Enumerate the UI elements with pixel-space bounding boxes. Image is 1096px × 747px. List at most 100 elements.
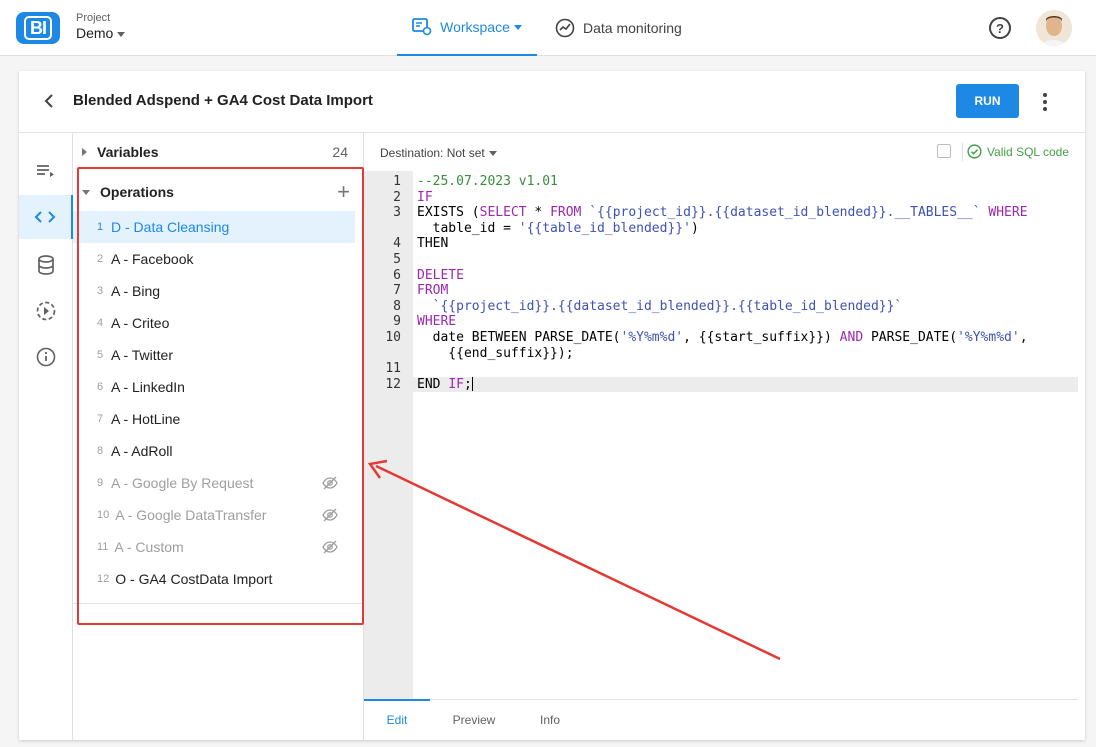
tab-data-monitoring[interactable]: Data monitoring — [555, 0, 682, 56]
operation-item[interactable]: 10 A - Google DataTransfer — [73, 499, 364, 531]
operations-section-header[interactable]: Operations + — [73, 173, 364, 211]
rail-database-icon[interactable] — [19, 243, 73, 287]
code-line: 10 date BETWEEN PARSE_DATE('%Y%m%d', {{s… — [364, 330, 1078, 346]
tab-info[interactable]: Info — [518, 700, 582, 740]
avatar[interactable] — [1036, 10, 1072, 46]
more-vert-icon[interactable] — [1035, 91, 1055, 113]
app-logo[interactable]: BI — [16, 12, 60, 44]
tab-workspace[interactable]: Workspace — [397, 0, 537, 56]
line-content: FROM — [417, 283, 449, 299]
operation-item[interactable]: 5 A - Twitter — [73, 339, 364, 371]
valid-sql-status: Valid SQL code — [967, 144, 1069, 159]
operation-number: 6 — [97, 381, 104, 393]
back-icon[interactable] — [39, 91, 59, 111]
operation-item[interactable]: 1 D - Data Cleansing — [73, 211, 355, 243]
destination-label: Destination: Not set — [380, 146, 485, 160]
line-number — [364, 346, 401, 362]
destination-selector[interactable]: Destination: Not set — [380, 146, 497, 160]
sql-editor: Destination: Not set Valid SQL code 1 --2… — [364, 133, 1085, 740]
line-content — [401, 252, 417, 268]
line-number: 1 — [393, 174, 401, 189]
line-content: table_id = '{{table_id_blended}}') — [417, 220, 699, 236]
operation-number: 2 — [97, 253, 104, 265]
operation-item[interactable]: 6 A - LinkedIn — [73, 371, 364, 403]
rail-queue-icon[interactable] — [19, 149, 73, 193]
operation-number: 3 — [97, 285, 104, 297]
operation-item[interactable]: 12 O - GA4 CostData Import — [73, 563, 364, 595]
code-line: 8 `{{project_id}}.{{dataset_id_blended}}… — [364, 299, 1078, 315]
code-line: 11 — [364, 361, 1078, 377]
project-selector[interactable]: Project Demo — [76, 12, 126, 41]
operation-label: A - HotLine — [111, 411, 181, 427]
hidden-eye-icon[interactable] — [322, 507, 338, 523]
code-line: 7 FROM — [364, 283, 1078, 299]
code-line: 12 END IF; — [364, 376, 1078, 393]
variables-section-header[interactable]: Variables 24 — [73, 133, 364, 171]
operations-title: Operations — [100, 184, 174, 200]
operation-label: A - Criteo — [111, 315, 170, 331]
help-icon[interactable]: ? — [989, 17, 1011, 39]
page-title: Blended Adspend + GA4 Cost Data Import — [73, 92, 373, 109]
line-number — [364, 221, 401, 237]
divider — [962, 143, 963, 161]
line-number: 3 — [393, 205, 401, 221]
code-line: 2 IF — [364, 190, 1078, 206]
operation-item[interactable]: 9 A - Google By Request — [73, 467, 364, 499]
operation-number: 5 — [97, 349, 104, 361]
operation-item[interactable]: 8 A - AdRoll — [73, 435, 364, 467]
code-line: 9 WHERE — [364, 314, 1078, 330]
code-line: 5 — [364, 252, 1078, 268]
tab-workspace-label: Workspace — [440, 19, 510, 35]
tab-edit[interactable]: Edit — [364, 699, 430, 739]
rail-code-icon[interactable] — [19, 195, 73, 239]
operation-label: D - Data Cleansing — [111, 219, 230, 235]
operation-item[interactable]: 2 A - Facebook — [73, 243, 364, 275]
operation-label: A - AdRoll — [111, 443, 173, 459]
operation-number: 12 — [97, 573, 110, 585]
operation-label: O - GA4 CostData Import — [115, 571, 273, 587]
variables-title: Variables — [97, 144, 159, 160]
line-content: EXISTS (SELECT * FROM `{{project_id}}.{{… — [417, 205, 1028, 221]
line-content: --25.07.2023 v1.01 — [417, 174, 558, 189]
code-line: 3 EXISTS (SELECT * FROM `{{project_id}}.{… — [364, 205, 1078, 221]
rail-schedule-icon[interactable] — [19, 289, 73, 333]
divider — [73, 603, 364, 604]
line-number: 5 — [393, 251, 401, 267]
line-content: date BETWEEN PARSE_DATE('%Y%m%d', {{star… — [417, 329, 1028, 345]
editor-tabs: Edit Preview Info — [364, 699, 1078, 740]
line-content: END IF; — [417, 376, 473, 392]
line-content: IF — [417, 189, 433, 205]
operations-list: 1 D - Data Cleansing 2 A - Facebook 3 A - Bin… — [73, 211, 364, 595]
check-circle-icon — [967, 144, 982, 159]
hidden-eye-icon[interactable] — [322, 539, 338, 555]
line-content: `{{project_id}}.{{dataset_id_blended}}.{… — [432, 298, 903, 314]
expand-arrow-icon — [82, 148, 87, 156]
operation-item[interactable]: 3 A - Bing — [73, 275, 364, 307]
operation-item[interactable]: 4 A - Criteo — [73, 307, 364, 339]
tab-preview[interactable]: Preview — [430, 700, 518, 740]
operation-item[interactable]: 11 A - Custom — [73, 531, 364, 563]
line-content — [401, 361, 417, 377]
operation-number: 11 — [97, 541, 109, 553]
add-operation-button[interactable]: + — [337, 181, 350, 203]
run-button[interactable]: RUN — [956, 84, 1019, 118]
operation-number: 10 — [97, 509, 110, 521]
line-number: 9 — [393, 314, 401, 330]
operation-number: 1 — [97, 221, 104, 233]
line-content: THEN — [417, 236, 449, 252]
rail-info-icon[interactable] — [19, 335, 73, 379]
hidden-eye-icon[interactable] — [322, 475, 338, 491]
operation-item[interactable]: 7 A - HotLine — [73, 403, 364, 435]
export-icon[interactable] — [937, 144, 951, 158]
line-number: 12 — [385, 376, 401, 392]
help-glyph: ? — [996, 20, 1004, 36]
code-line: 4 THEN — [364, 236, 1078, 252]
chevron-down-icon — [513, 24, 522, 30]
operation-label: A - Google DataTransfer — [115, 507, 267, 523]
line-number: 7 — [393, 283, 401, 299]
card-header: Blended Adspend + GA4 Cost Data Import R… — [19, 71, 1085, 133]
operation-label: A - Bing — [111, 283, 161, 299]
project-name[interactable]: Demo — [76, 25, 126, 41]
monitoring-icon — [555, 18, 575, 38]
code-area[interactable]: 1 --25.07.2023 v1.01 2 IF 3 EXISTS (SELECT * … — [364, 174, 1078, 393]
